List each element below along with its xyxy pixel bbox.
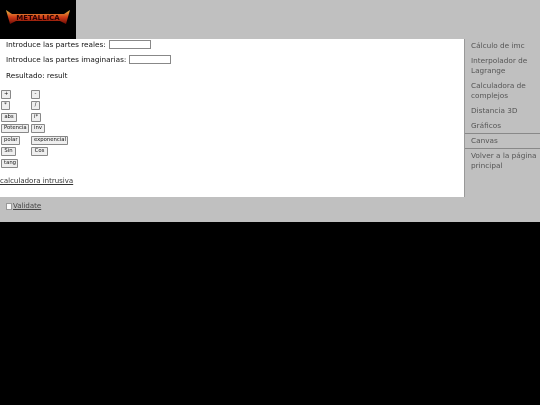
main-content: Introduce las partes reales: Introduce l… [0,39,464,197]
real-parts-input[interactable] [108,39,151,49]
add-button[interactable]: + [1,90,11,99]
sidebar-item-complex-calculator[interactable]: Calculadora de complejos [465,79,540,104]
footer-bar: Validate [0,197,540,222]
cos-button[interactable]: Cos [31,147,48,156]
multiply-button[interactable]: * [1,101,10,110]
conjugate-button[interactable]: i* [31,113,41,122]
sidebar-item-lagrange[interactable]: Interpolador de Lagrange [465,54,540,79]
sidebar-item-canvas[interactable]: Canvas [465,134,540,149]
subtract-button[interactable]: - [31,90,40,99]
header-bar: METALLICA [0,0,540,39]
validate-link[interactable]: Validate [6,202,41,210]
sidebar-item-graphics[interactable]: Gráficos [465,119,540,134]
result-text: Resultado: result [6,71,68,80]
sidebar-item-imc[interactable]: Cálculo de imc [465,39,540,54]
imag-parts-input[interactable] [129,55,172,64]
sidebar-item-distance-3d[interactable]: Distancia 3D [465,104,540,119]
result-row: Resultado: result [6,71,68,80]
imag-parts-row: Introduce las partes imaginarias: [6,55,172,64]
sidebar-nav: Cálculo de imc Interpolador de Lagrange … [464,39,540,197]
divide-button[interactable]: / [31,101,40,110]
polar-button[interactable]: polar [1,136,20,145]
power-button[interactable]: Potencia [1,124,29,133]
validate-alt-text: Validate [13,202,42,210]
real-parts-row: Introduce las partes reales: [6,39,151,49]
real-parts-label: Introduce las partes reales: [6,39,106,49]
inverse-button[interactable]: inv [31,124,45,133]
svg-text:METALLICA: METALLICA [16,14,60,22]
tan-button[interactable]: tang [1,159,18,168]
imag-parts-label: Introduce las partes imaginarias: [6,55,127,64]
intrusive-calculator-link[interactable]: calculadora intrusiva [0,177,73,185]
exponential-button[interactable]: exponencial [31,136,68,145]
abs-button[interactable]: abs [1,113,17,122]
sin-button[interactable]: Sin [1,147,16,156]
broken-image-icon [6,202,12,210]
metallica-logo[interactable]: METALLICA [0,0,76,39]
sidebar-item-back-home[interactable]: Volver a la página principal [465,149,540,174]
